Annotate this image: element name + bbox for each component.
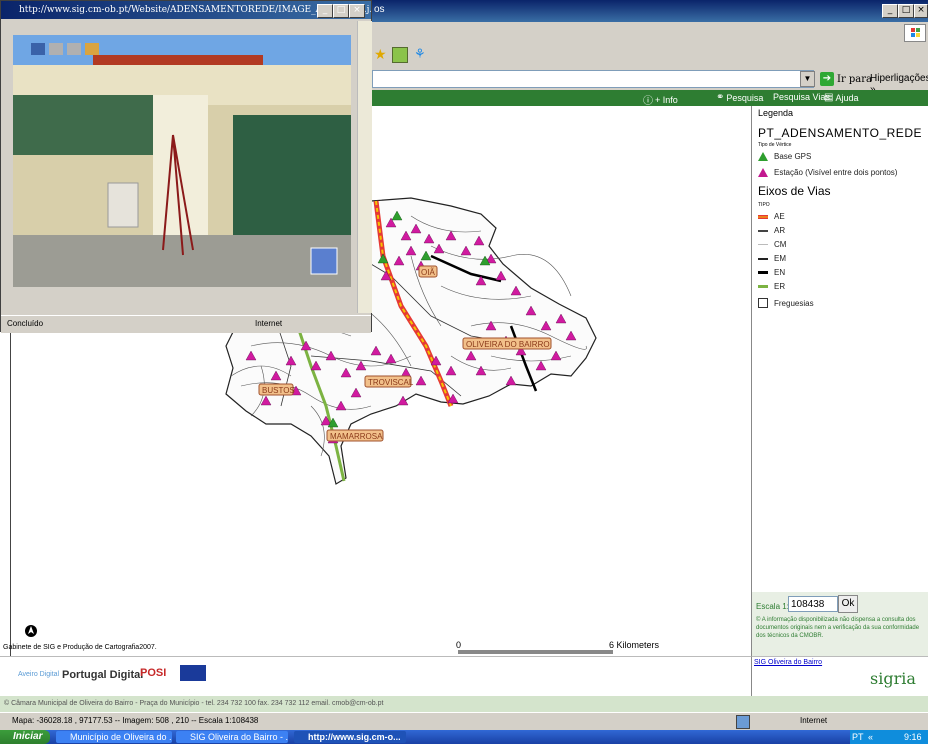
close-button[interactable]: × <box>914 4 928 18</box>
popup-title-text: http://www.sig.cm-ob.pt/Website/ADENSAME… <box>19 5 371 15</box>
popup-title-bar: http://www.sig.cm-ob.pt/Website/ADENSAME… <box>1 1 371 19</box>
favorites-star-icon[interactable]: ★ <box>374 46 387 63</box>
main-title-text: os <box>374 4 385 15</box>
disclaimer: © A informação disponibilizada não dispe… <box>756 617 920 639</box>
label-troviscal: TROVISCAL <box>368 378 414 387</box>
legend-item-em: EM <box>758 254 786 263</box>
pesquisa-vias-button[interactable]: Pesquisa Vias <box>773 92 830 102</box>
clock: 9:16 <box>904 732 922 742</box>
task-municipio[interactable]: Município de Oliveira do ... <box>56 731 172 743</box>
legend-item-en: EN <box>758 268 785 277</box>
sig-link[interactable]: SIG Oliveira do Bairro <box>754 659 822 666</box>
label-oia: OIÃ <box>421 268 435 277</box>
legend-item-er: ER <box>758 282 785 291</box>
legend-item-estacao: Estação (Visível entre dois pontos) <box>758 168 897 177</box>
scale-panel: Escala 1: Ok © A informação disponibiliz… <box>751 592 928 656</box>
aveiro-digital-logo: Aveiro Digital <box>18 671 60 678</box>
popup-status-text: Concluído <box>7 319 44 328</box>
popup-minimize-button[interactable]: _ <box>317 4 333 18</box>
layer2-title: Eixos de Vias <box>758 184 831 198</box>
windows-logo-icon <box>904 24 926 42</box>
go-button[interactable]: ➔ Ir para <box>820 71 872 87</box>
scale-input[interactable] <box>788 596 838 612</box>
pesquisa-button[interactable]: ⚭ Pesquisa <box>716 92 763 103</box>
footer-logos: Aveiro Digital Portugal Digital POSI <box>0 656 751 697</box>
photo-popup-window: http://www.sig.cm-ob.pt/Website/ADENSAME… <box>0 0 372 333</box>
eu-flag-icon <box>180 665 206 681</box>
maximize-button[interactable]: □ <box>898 4 914 18</box>
scalebar <box>458 650 613 654</box>
start-button[interactable]: Iniciar <box>0 730 50 744</box>
lang-indicator[interactable]: PT <box>852 730 864 744</box>
station-photo <box>13 35 351 287</box>
scale-zero: 0 <box>456 640 462 650</box>
ajuda-button[interactable]: ▤ Ajuda <box>824 92 858 103</box>
map-credit: Gabinete de SIG e Produção de Cartografi… <box>3 644 157 651</box>
info-icon: ⓘ <box>643 96 653 107</box>
taskbar: Iniciar Município de Oliveira do ... SIG… <box>0 730 928 744</box>
sigria-logo: sigria <box>870 669 916 688</box>
task-sig[interactable]: SIG Oliveira do Bairro - ... <box>176 731 288 743</box>
layer1-title: PT_ADENSAMENTO_REDE <box>758 126 922 140</box>
label-oliveira: OLIVEIRA DO BAIRRO <box>466 340 550 349</box>
posi-logo: POSI <box>140 667 167 679</box>
minimize-button[interactable]: _ <box>882 4 898 18</box>
scale-ok-button[interactable]: Ok <box>838 595 858 613</box>
info-button[interactable]: ⓘ + Info <box>643 92 678 108</box>
status-text: Mapa: -36028.18 , 97177.53 -- Imagem: 50… <box>12 716 259 725</box>
popup-zone-text: Internet <box>255 319 283 328</box>
address-dropdown-icon[interactable]: ▼ <box>800 71 815 87</box>
book-icon: ▤ <box>824 92 834 103</box>
legend-item-ae: AE <box>758 212 785 221</box>
popup-maximize-button[interactable]: □ <box>333 4 349 18</box>
binoculars-icon: ⚭ <box>716 92 725 103</box>
status-bar: Mapa: -36028.18 , 97177.53 -- Imagem: 50… <box>0 712 928 731</box>
go-arrow-icon: ➔ <box>820 72 834 86</box>
footer-right: SIG Oliveira do Bairro sigria <box>751 656 928 697</box>
legend-panel: Legenda PT_ADENSAMENTO_REDE Tipo de Vért… <box>751 106 928 592</box>
copyright: © Câmara Municipal de Oliveira do Bairro… <box>0 696 928 712</box>
legend-item-ar: AR <box>758 226 785 235</box>
popup-close-button[interactable]: × <box>349 4 365 18</box>
system-tray: PT « 9:16 <box>850 730 928 744</box>
scale-end: 6 Kilometers <box>609 640 660 650</box>
status-zone: Internet <box>800 716 828 725</box>
portugal-digital-logo: Portugal Digital <box>62 669 144 681</box>
task-popup[interactable]: http://www.sig.cm-o... <box>294 731 406 743</box>
label-mamarrosa: MAMARROSA <box>330 432 383 441</box>
status-icon <box>736 715 750 729</box>
legend-item-cm: CM <box>758 240 786 249</box>
tray-chevron[interactable]: « <box>868 730 873 744</box>
legend-item-freguesias: Freguesias <box>758 298 814 308</box>
label-bustos: BUSTOS <box>262 386 295 395</box>
address-input[interactable] <box>372 70 814 88</box>
legend-heading: Legenda <box>758 108 794 118</box>
media-icon[interactable] <box>392 47 408 63</box>
popup-status-bar: Concluído Internet <box>1 315 371 333</box>
popup-scrollbar[interactable] <box>357 21 372 313</box>
history-icon[interactable]: ⚘ <box>414 46 426 62</box>
legend-item-base-gps: Base GPS <box>758 152 811 161</box>
